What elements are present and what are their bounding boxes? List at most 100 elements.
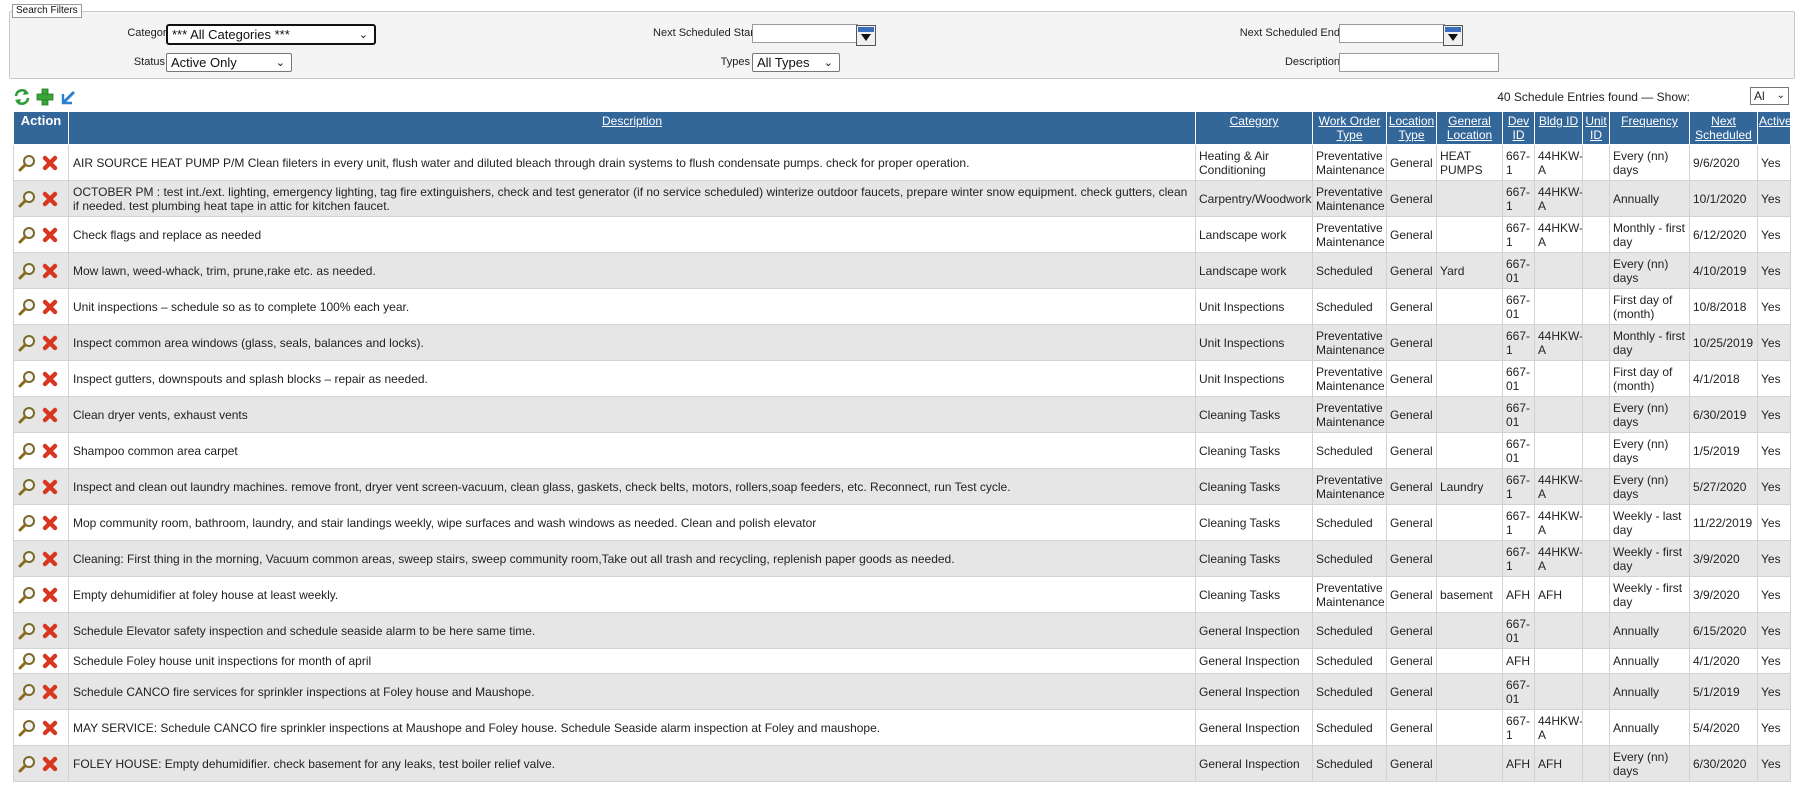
sort-link-category[interactable]: Category <box>1230 114 1279 128</box>
delete-x-icon[interactable] <box>41 514 59 532</box>
col-header-next-scheduled[interactable]: Next Scheduled <box>1689 111 1758 145</box>
category-select[interactable]: *** All Categories *** ⌄ <box>166 24 376 45</box>
delete-x-icon[interactable] <box>41 370 59 388</box>
description-label: Description <box>1284 56 1340 68</box>
delete-x-icon[interactable] <box>41 262 59 280</box>
calendar-icon[interactable] <box>856 25 876 46</box>
cell-general-location <box>1436 360 1503 397</box>
delete-x-icon[interactable] <box>41 622 59 640</box>
col-header-dev-id[interactable]: Dev ID <box>1502 111 1535 145</box>
view-magnifier-icon[interactable] <box>18 550 36 568</box>
header-text: Type <box>1336 128 1363 142</box>
cell-next-scheduled: 10/8/2018 <box>1689 288 1758 325</box>
cell-active: Yes <box>1757 673 1791 710</box>
view-magnifier-icon[interactable] <box>18 442 36 460</box>
delete-x-icon[interactable] <box>41 154 59 172</box>
next-start-input[interactable] <box>752 24 858 43</box>
view-magnifier-icon[interactable] <box>18 755 36 773</box>
delete-x-icon[interactable] <box>41 719 59 737</box>
view-magnifier-icon[interactable] <box>18 586 36 604</box>
table-row: Mow lawn, weed-whack, trim, prune,rake e… <box>13 252 1791 289</box>
cell-work-order-type: Preventative Maintenance <box>1312 144 1387 181</box>
sort-link-location-type[interactable]: Location Type <box>1389 114 1434 142</box>
cell-category: Unit Inspections <box>1195 324 1313 361</box>
delete-x-icon[interactable] <box>41 652 59 670</box>
row-actions <box>13 648 69 674</box>
sort-link-wo-type[interactable]: Work Order Type <box>1319 114 1381 142</box>
cell-frequency: Weekly - last day <box>1609 504 1690 541</box>
col-header-unit-id[interactable]: Unit ID <box>1582 111 1610 145</box>
sort-link-dev-id[interactable]: Dev ID <box>1508 114 1529 142</box>
col-header-bldg-id[interactable]: Bldg ID <box>1534 111 1583 145</box>
row-actions <box>13 504 69 541</box>
cell-bldg-id: AFH <box>1534 576 1583 613</box>
delete-x-icon[interactable] <box>41 550 59 568</box>
view-magnifier-icon[interactable] <box>18 652 36 670</box>
next-end-input[interactable] <box>1339 24 1445 43</box>
cell-bldg-id <box>1534 396 1583 433</box>
delete-x-icon[interactable] <box>41 226 59 244</box>
sort-link-active[interactable]: Active <box>1759 114 1792 128</box>
view-magnifier-icon[interactable] <box>18 478 36 496</box>
view-magnifier-icon[interactable] <box>18 370 36 388</box>
delete-x-icon[interactable] <box>41 190 59 208</box>
view-magnifier-icon[interactable] <box>18 719 36 737</box>
col-header-wo-type[interactable]: Work Order Type <box>1312 111 1387 145</box>
view-magnifier-icon[interactable] <box>18 514 36 532</box>
sort-link-next-scheduled[interactable]: Next Scheduled <box>1695 114 1752 142</box>
export-icon[interactable] <box>60 88 78 106</box>
delete-x-icon[interactable] <box>41 683 59 701</box>
view-magnifier-icon[interactable] <box>18 262 36 280</box>
chevron-down-icon: ⌄ <box>358 29 368 41</box>
cell-work-order-type: Preventative Maintenance <box>1312 180 1387 217</box>
view-magnifier-icon[interactable] <box>18 406 36 424</box>
types-select[interactable]: All Types ⌄ <box>752 53 840 72</box>
cell-active: Yes <box>1757 432 1791 469</box>
cell-next-scheduled: 4/1/2020 <box>1689 648 1758 674</box>
view-magnifier-icon[interactable] <box>18 154 36 172</box>
cell-bldg-id <box>1534 288 1583 325</box>
cell-work-order-type: Preventative Maintenance <box>1312 324 1387 361</box>
delete-x-icon[interactable] <box>41 406 59 424</box>
sort-link-description[interactable]: Description <box>602 114 662 128</box>
cell-work-order-type: Scheduled <box>1312 504 1387 541</box>
table-row: Clean dryer vents, exhaust vents Cleaning… <box>13 396 1791 433</box>
view-magnifier-icon[interactable] <box>18 622 36 640</box>
view-magnifier-icon[interactable] <box>18 226 36 244</box>
delete-x-icon[interactable] <box>41 334 59 352</box>
sort-link-frequency[interactable]: Frequency <box>1621 114 1678 128</box>
status-select[interactable]: Active Only ⌄ <box>166 53 292 72</box>
col-header-location-type[interactable]: Location Type <box>1386 111 1437 145</box>
table-header-row: Action Description Category Work Order Ty… <box>13 111 1792 145</box>
cell-general-location <box>1436 745 1503 782</box>
col-header-general-location[interactable]: General Location <box>1436 111 1503 145</box>
col-header-description[interactable]: Description <box>68 111 1196 145</box>
sort-link-bldg-id[interactable]: Bldg ID <box>1539 114 1578 128</box>
view-magnifier-icon[interactable] <box>18 190 36 208</box>
delete-x-icon[interactable] <box>41 442 59 460</box>
description-input[interactable] <box>1339 53 1499 72</box>
sort-link-unit-id[interactable]: Unit ID <box>1585 114 1606 142</box>
show-count-select[interactable]: Al ⌄ <box>1750 87 1789 105</box>
delete-x-icon[interactable] <box>41 298 59 316</box>
cell-work-order-type: Scheduled <box>1312 648 1387 674</box>
table-row: Check flags and replace as needed Landsca… <box>13 216 1791 253</box>
delete-x-icon[interactable] <box>41 478 59 496</box>
add-icon[interactable] <box>36 88 54 106</box>
cell-dev-id: 667-1 <box>1502 504 1535 541</box>
col-header-category[interactable]: Category <box>1195 111 1313 145</box>
delete-x-icon[interactable] <box>41 755 59 773</box>
refresh-icon[interactable] <box>13 88 31 106</box>
sort-link-general-location[interactable]: General Location <box>1447 114 1492 142</box>
cell-active: Yes <box>1757 648 1791 674</box>
view-magnifier-icon[interactable] <box>18 334 36 352</box>
col-header-active[interactable]: Active <box>1757 111 1792 145</box>
view-magnifier-icon[interactable] <box>18 683 36 701</box>
col-header-frequency[interactable]: Frequency <box>1609 111 1690 145</box>
calendar-icon[interactable] <box>1443 25 1463 46</box>
delete-x-icon[interactable] <box>41 586 59 604</box>
search-filters-legend: Search Filters <box>12 4 82 18</box>
cell-active: Yes <box>1757 216 1791 253</box>
cell-unit-id <box>1582 612 1610 649</box>
view-magnifier-icon[interactable] <box>18 298 36 316</box>
